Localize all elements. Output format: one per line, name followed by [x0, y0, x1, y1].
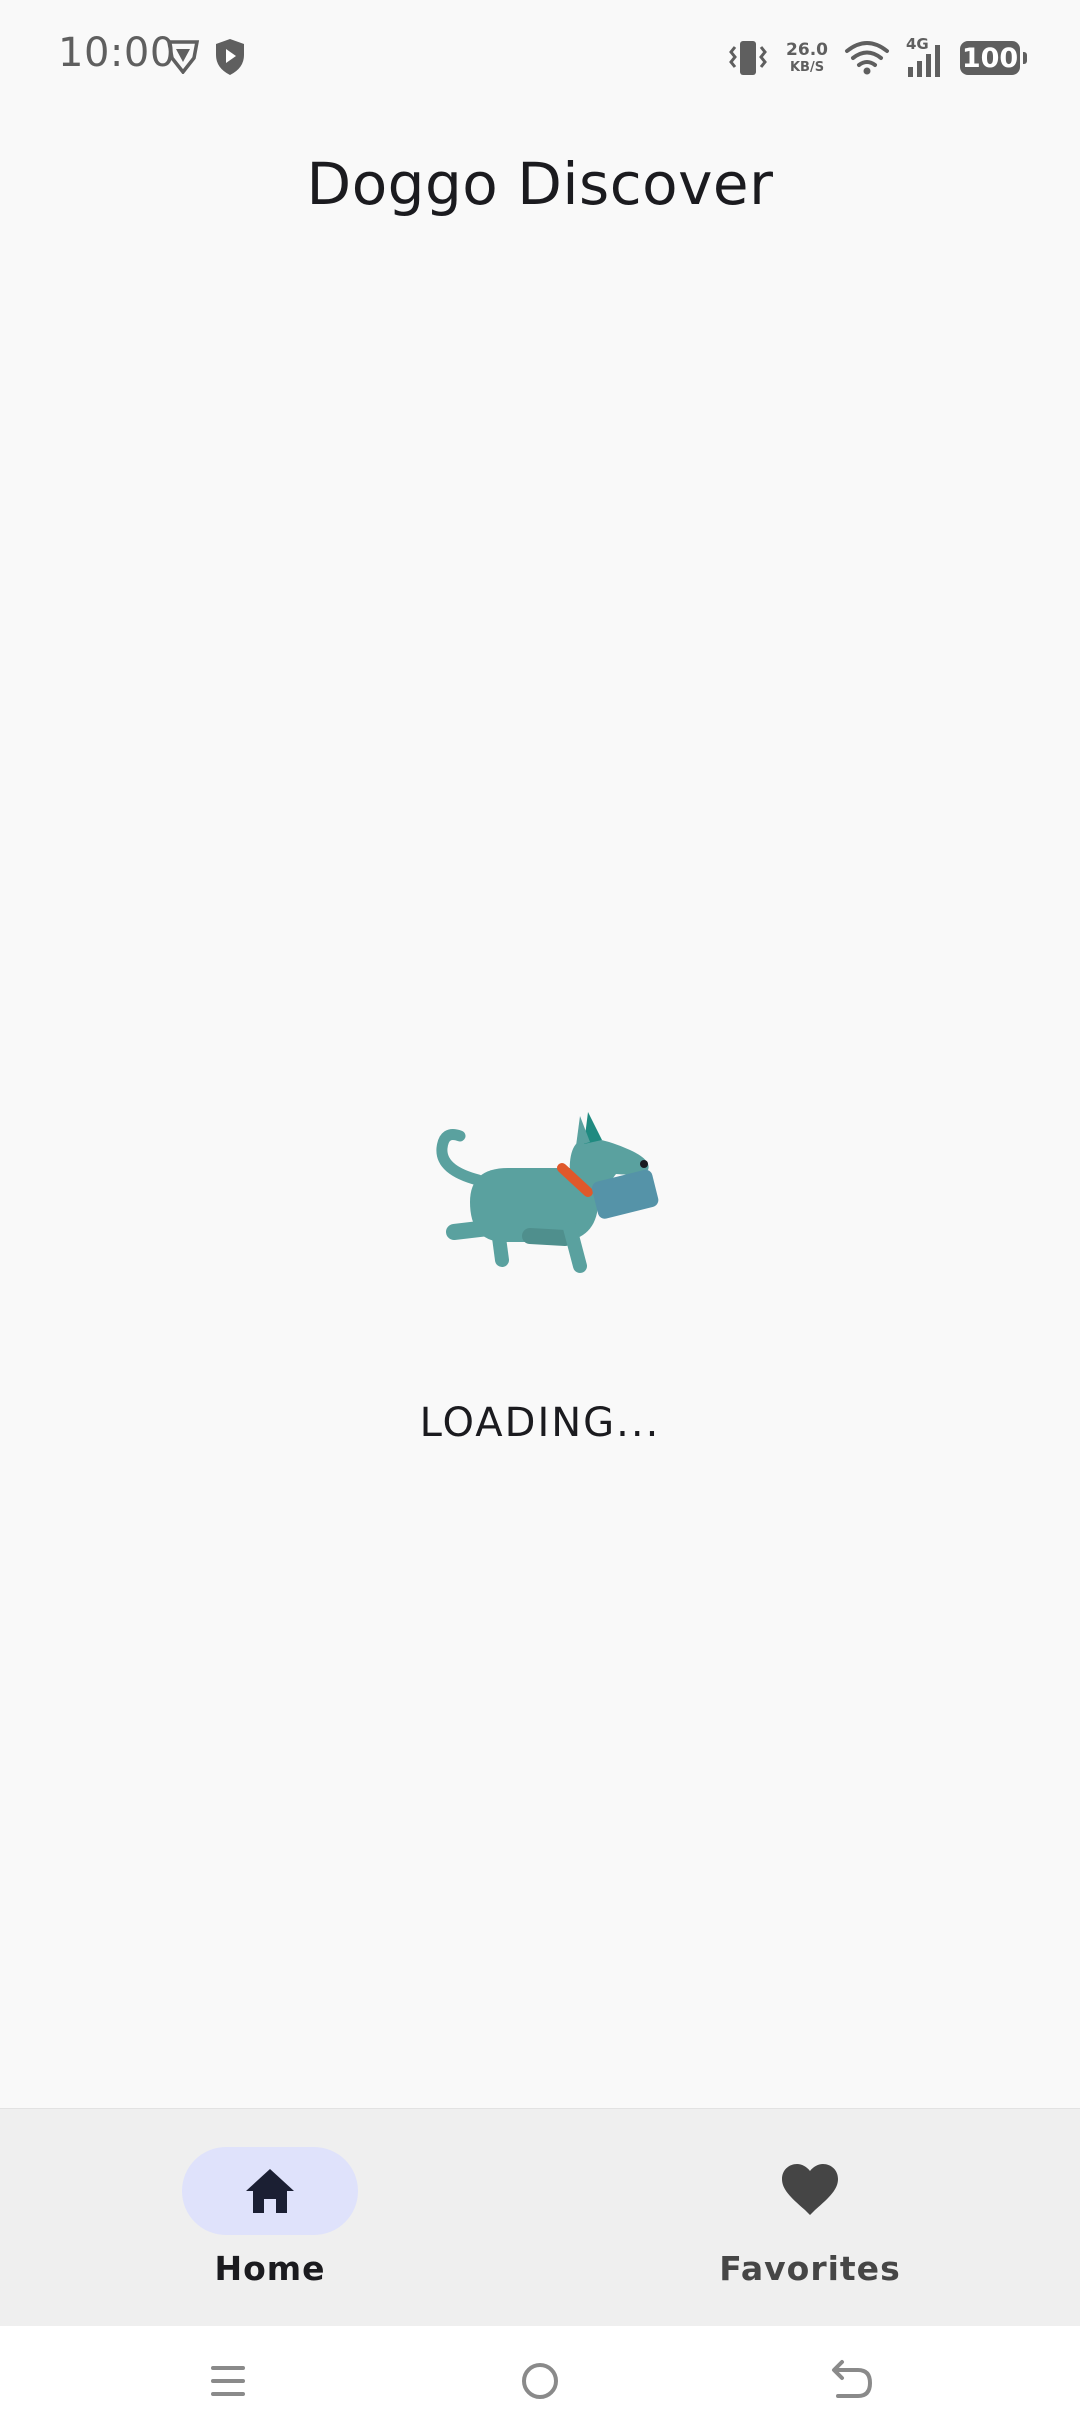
loading-text: LOADING...	[419, 1400, 661, 1446]
dog-nose	[640, 1160, 648, 1168]
dog-front-leg-2	[563, 1221, 587, 1273]
battery-level: 100	[961, 42, 1019, 74]
vpn-key-icon	[166, 40, 200, 74]
status-right: 26.0 KB/S 4G 100	[726, 34, 1027, 82]
wifi-icon	[845, 41, 889, 75]
system-nav-bar	[0, 2326, 1080, 2436]
dog-front-leg	[522, 1228, 573, 1246]
nav-item-favorites[interactable]: Favorites	[540, 2109, 1080, 2327]
shield-play-icon	[216, 39, 244, 75]
back-icon[interactable]	[820, 2356, 880, 2406]
app-title: Doggo Discover	[306, 150, 774, 218]
signal-icon	[908, 45, 940, 77]
dog-carrying-mail-icon	[436, 1112, 659, 1273]
battery-icon: 100	[960, 41, 1027, 75]
heart-icon	[782, 2164, 838, 2215]
net-speed: 26.0 KB/S	[786, 40, 828, 75]
nav-item-home[interactable]: Home	[0, 2109, 540, 2327]
menu-icon[interactable]	[199, 2356, 259, 2406]
screen: 10:00 26.0 KB/S 4G 100 Doggo Discover LO…	[0, 0, 1080, 2436]
status-bar: 10:00 26.0 KB/S 4G 100	[0, 0, 1080, 116]
vibrate-icon	[729, 41, 767, 75]
net-speed-value: 26.0	[786, 40, 828, 60]
home-icon	[246, 2169, 294, 2213]
status-time: 10:00	[58, 30, 176, 76]
net-speed-unit: KB/S	[789, 60, 825, 75]
nav-label-home: Home	[214, 2249, 326, 2288]
dog-tail	[436, 1129, 484, 1186]
status-left-icons	[166, 38, 246, 78]
home-circle-icon[interactable]	[510, 2356, 570, 2406]
nav-label-favorites: Favorites	[719, 2249, 901, 2288]
signal-block: 4G	[906, 35, 944, 79]
bottom-nav: Home Favorites	[0, 2108, 1080, 2327]
